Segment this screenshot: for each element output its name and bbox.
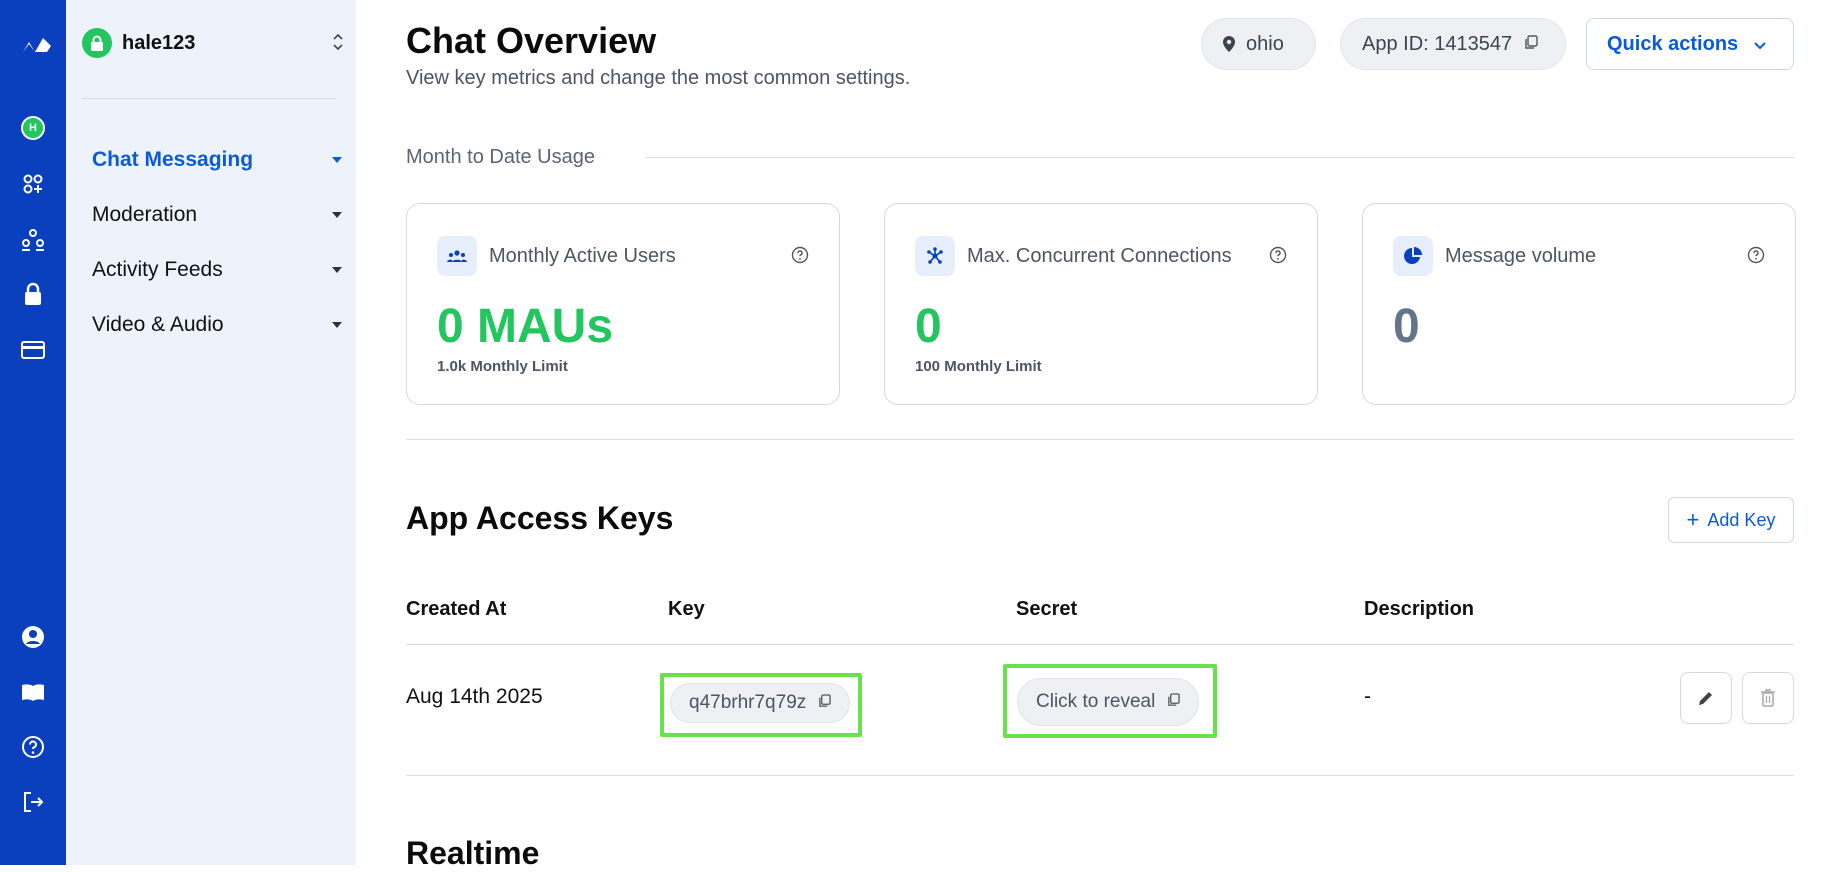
description-cell: - [1364,685,1371,708]
quick-actions-button[interactable]: Quick actions [1586,18,1794,70]
sidebar-item-label: Moderation [92,203,198,226]
column-header-key: Key [668,598,705,620]
page-subtitle: View key metrics and change the most com… [406,67,911,89]
app-rail: H [0,0,66,865]
team-icon[interactable] [19,225,47,253]
sidebar-item-label: Video & Audio [92,313,224,336]
copy-icon[interactable] [1167,691,1181,713]
sidebar-item-label: Chat Messaging [92,148,254,171]
column-header-description: Description [1364,598,1475,620]
card-label: Monthly Active Users [489,244,676,267]
org-avatar-icon[interactable]: H [19,114,47,142]
card-label: Message volume [1445,244,1597,267]
secret-reveal-chip[interactable]: Click to reveal [1017,678,1200,726]
help-circle-icon[interactable] [791,246,809,269]
pie-chart-icon [1393,236,1433,276]
chevron-updown-icon [332,32,344,57]
usage-section-label: Month to Date Usage [406,146,595,168]
org-avatar-letter: H [21,116,45,140]
sidebar-divider [82,98,336,99]
table-divider [406,775,1794,776]
card-value: 0 MAUs [437,300,614,353]
delete-key-button[interactable] [1742,672,1794,724]
secret-reveal-label: Click to reveal [1036,691,1156,712]
card-value: 0 [1393,300,1420,353]
connections-card: Max. Concurrent Connections 0 100 Monthl… [884,203,1318,405]
section-divider [406,439,1794,440]
caret-down-icon [332,212,342,218]
org-name: hale123 [122,31,196,54]
caret-down-icon [332,267,342,273]
plus-icon: + [1686,507,1700,532]
message-volume-card: Message volume 0 [1362,203,1796,405]
app-id-badge[interactable]: App ID: 1413547 [1340,18,1566,70]
key-chip[interactable]: q47brhr7q79z [670,683,851,723]
copy-icon[interactable] [1524,33,1538,56]
app-access-keys-title: App Access Keys [406,500,674,536]
sidebar-item-video-audio[interactable]: Video & Audio [92,308,342,342]
card-limit: 100 Monthly Limit [915,358,1042,375]
pencil-icon [1699,692,1712,705]
org-lock-icon [82,28,112,58]
caret-down-icon [332,322,342,328]
sidebar-item-label: Activity Feeds [92,258,223,281]
main-content: Chat Overview View key metrics and chang… [406,0,1796,871]
connections-icon [915,236,955,276]
add-key-label: Add Key [1707,509,1776,530]
page-title: Chat Overview [406,20,657,61]
caret-down-icon [332,157,342,163]
location-pin-icon [1223,36,1235,52]
key-value: q47brhr7q79z [689,692,807,713]
logo-icon[interactable] [12,30,54,58]
edit-key-button[interactable] [1680,672,1732,724]
help-circle-icon[interactable] [1269,246,1287,269]
billing-card-icon[interactable] [19,336,47,364]
chevron-down-icon [1754,33,1766,56]
column-header-created-at: Created At [406,598,507,620]
app-id-label: App ID: 1413547 [1362,32,1513,55]
trash-icon [1761,689,1775,707]
created-at-cell: Aug 14th 2025 [406,685,543,708]
quick-actions-label: Quick actions [1607,32,1739,55]
copy-icon[interactable] [818,692,831,714]
account-icon[interactable] [19,623,47,651]
card-limit: 1.0k Monthly Limit [437,358,568,375]
card-value: 0 [915,300,942,353]
sidebar: hale123 Chat Messaging Moderation Activi… [66,0,356,865]
org-switcher[interactable]: hale123 [82,26,344,60]
users-icon [437,236,477,276]
apps-grid-icon[interactable] [19,170,47,198]
sidebar-item-moderation[interactable]: Moderation [92,198,342,232]
usage-section-divider [646,157,1794,158]
sidebar-item-activity-feeds[interactable]: Activity Feeds [92,253,342,287]
help-circle-icon[interactable] [1747,246,1765,269]
lock-icon[interactable] [19,280,47,308]
add-key-button[interactable]: + Add Key [1668,497,1794,543]
card-label: Max. Concurrent Connections [967,244,1232,267]
help-icon[interactable] [19,733,47,761]
docs-book-icon[interactable] [19,678,47,706]
logout-icon[interactable] [19,788,47,816]
mau-card: Monthly Active Users 0 MAUs 1.0k Monthly… [406,203,840,405]
realtime-title: Realtime [406,835,540,871]
region-label: ohio [1246,32,1284,55]
table-header-divider [406,644,1794,645]
region-badge[interactable]: ohio [1201,18,1316,70]
sidebar-item-chat-messaging[interactable]: Chat Messaging [92,143,342,177]
column-header-secret: Secret [1016,598,1078,620]
